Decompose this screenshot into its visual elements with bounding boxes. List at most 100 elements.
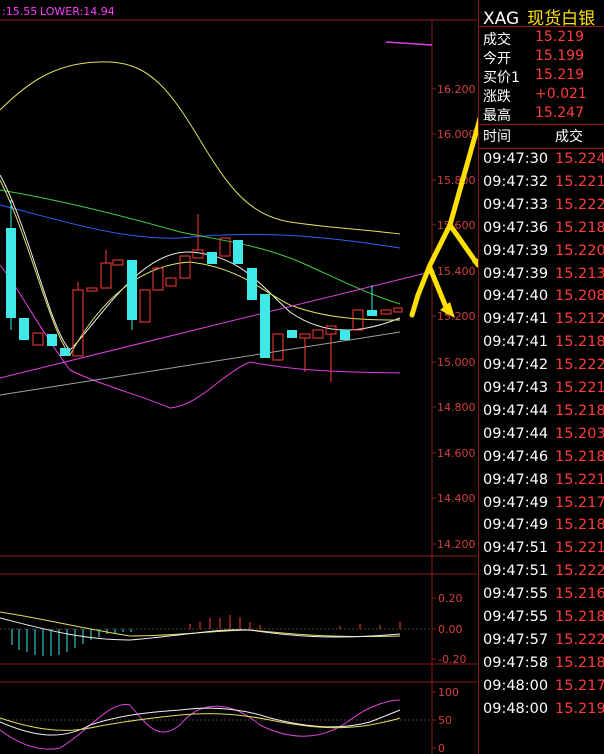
divider	[479, 26, 604, 27]
tick-price: 15.216	[555, 586, 604, 603]
tick-price: 15.218	[555, 654, 604, 671]
tick-price: 15.221	[555, 540, 604, 557]
candle-up	[152, 267, 164, 291]
kdj-j-line	[0, 699, 401, 750]
tick-time: 09:47:39	[483, 265, 549, 282]
tick-time: 09:47:44	[483, 425, 549, 442]
tick-time: 09:47:48	[483, 471, 549, 488]
quote-panel: XAG 现货白银 成交 15.219 今开 15.199 买价1 15.219 涨…	[478, 0, 604, 754]
kdj-k-line	[0, 707, 401, 736]
tick-row: 09:47:39 15.213	[479, 266, 604, 288]
kdj-tick: 50	[438, 714, 452, 727]
price-tick: 15.200	[437, 310, 476, 323]
field-value: 15.219	[535, 67, 584, 83]
tick-price: 15.220	[555, 242, 604, 259]
tick-price: 15.217	[555, 494, 604, 511]
macd-pane: 0.20 0.00 -0.20	[0, 592, 466, 666]
tick-price: 15.208	[555, 288, 604, 305]
kdj-d-line	[0, 713, 401, 731]
tick-price: 15.203	[555, 425, 604, 442]
tick-row: 09:47:48 15.221	[479, 472, 604, 494]
tick-price: 15.218	[555, 609, 604, 625]
candle-up	[100, 250, 112, 289]
ma-blue-line	[0, 204, 401, 249]
tick-price: 15.222	[555, 196, 604, 213]
field-label: 最高	[483, 108, 511, 124]
candle-up	[32, 332, 44, 346]
tick-time: 09:47:44	[483, 402, 549, 419]
tick-time: 09:47:49	[483, 494, 549, 511]
candle-up	[380, 309, 392, 315]
field-value: 15.247	[535, 105, 584, 121]
tick-price: 15.222	[555, 357, 604, 374]
tick-row: 09:47:39 15.220	[479, 243, 604, 265]
candle-up	[112, 259, 124, 266]
tick-time: 09:48:00	[483, 677, 549, 694]
price-tick: 14.600	[437, 447, 476, 460]
candle-down	[260, 294, 270, 358]
annotation-arrows	[409, 116, 478, 318]
boll-mid-label: :15.55	[2, 5, 37, 18]
tick-price: 15.218	[555, 448, 604, 465]
tick-time: 09:47:46	[483, 448, 549, 465]
candle-up	[312, 329, 324, 339]
price-tick: 14.800	[437, 401, 476, 414]
macd-tick: 0.00	[438, 623, 463, 636]
candle-down	[207, 252, 217, 264]
tick-row: 09:47:30 15.224	[479, 151, 604, 173]
quote-field-open: 今开 15.199	[481, 48, 601, 67]
candle-down	[367, 285, 377, 316]
ma-top-segment	[385, 41, 433, 46]
kline-chart[interactable]: :15.55 LOWER:14.94 16.200 16.000 15.800 …	[0, 0, 478, 754]
boll-upper-line	[0, 61, 401, 235]
header-time: 时间	[483, 129, 511, 145]
candle-up	[299, 333, 311, 372]
tick-row: 09:48:00 15.219	[479, 701, 604, 723]
candle-down	[47, 334, 57, 346]
candle-down	[287, 330, 297, 338]
tick-price: 15.217	[555, 677, 604, 694]
arrow-up-long	[447, 116, 478, 228]
tick-time: 09:47:39	[483, 242, 549, 259]
tick-row: 09:47:55 15.216	[479, 586, 604, 608]
candle-down	[19, 318, 29, 340]
tick-row: 09:47:55 15.218	[479, 609, 604, 631]
tick-price: 15.218	[555, 402, 604, 419]
divider	[479, 124, 604, 125]
trendline-upper	[0, 271, 431, 379]
tick-price: 15.213	[555, 265, 604, 282]
header-price: 成交	[555, 129, 583, 145]
candle-down	[340, 330, 350, 340]
tick-row: 09:47:42 15.222	[479, 357, 604, 379]
arrow-segment	[409, 292, 421, 318]
candles	[6, 200, 403, 382]
price-tick: 16.200	[437, 83, 476, 96]
candle-up	[179, 255, 191, 279]
tick-time: 09:47:55	[483, 609, 549, 625]
tick-time: 09:47:40	[483, 288, 549, 305]
tick-row: 09:47:32 15.221	[479, 174, 604, 196]
tick-row: 09:47:46 15.218	[479, 449, 604, 471]
tick-row: 09:48:00 15.217	[479, 678, 604, 700]
tick-price: 15.221	[555, 380, 604, 396]
candle-up	[165, 277, 177, 287]
field-value: 15.219	[535, 29, 584, 45]
candle-down	[233, 240, 243, 264]
price-tick: 14.200	[437, 538, 476, 551]
tick-time: 09:47:33	[483, 196, 549, 213]
tick-time: 09:47:41	[483, 311, 549, 328]
tick-price: 15.221	[555, 173, 604, 190]
tick-price: 15.222	[555, 563, 604, 580]
tick-row: 09:47:41 15.218	[479, 334, 604, 356]
tick-price: 15.224	[555, 151, 604, 167]
tick-time: 09:47:51	[483, 563, 549, 580]
tick-row: 09:47:40 15.208	[479, 288, 604, 310]
tick-time: 09:48:00	[483, 700, 549, 717]
tick-row: 09:47:57 15.222	[479, 632, 604, 654]
price-tick: 15.000	[437, 356, 476, 369]
tick-time: 09:47:58	[483, 654, 549, 671]
tick-time: 09:47:57	[483, 631, 549, 648]
tick-price: 15.219	[555, 700, 604, 717]
kdj-tick: 0	[438, 742, 445, 754]
tick-price: 15.218	[555, 517, 604, 534]
